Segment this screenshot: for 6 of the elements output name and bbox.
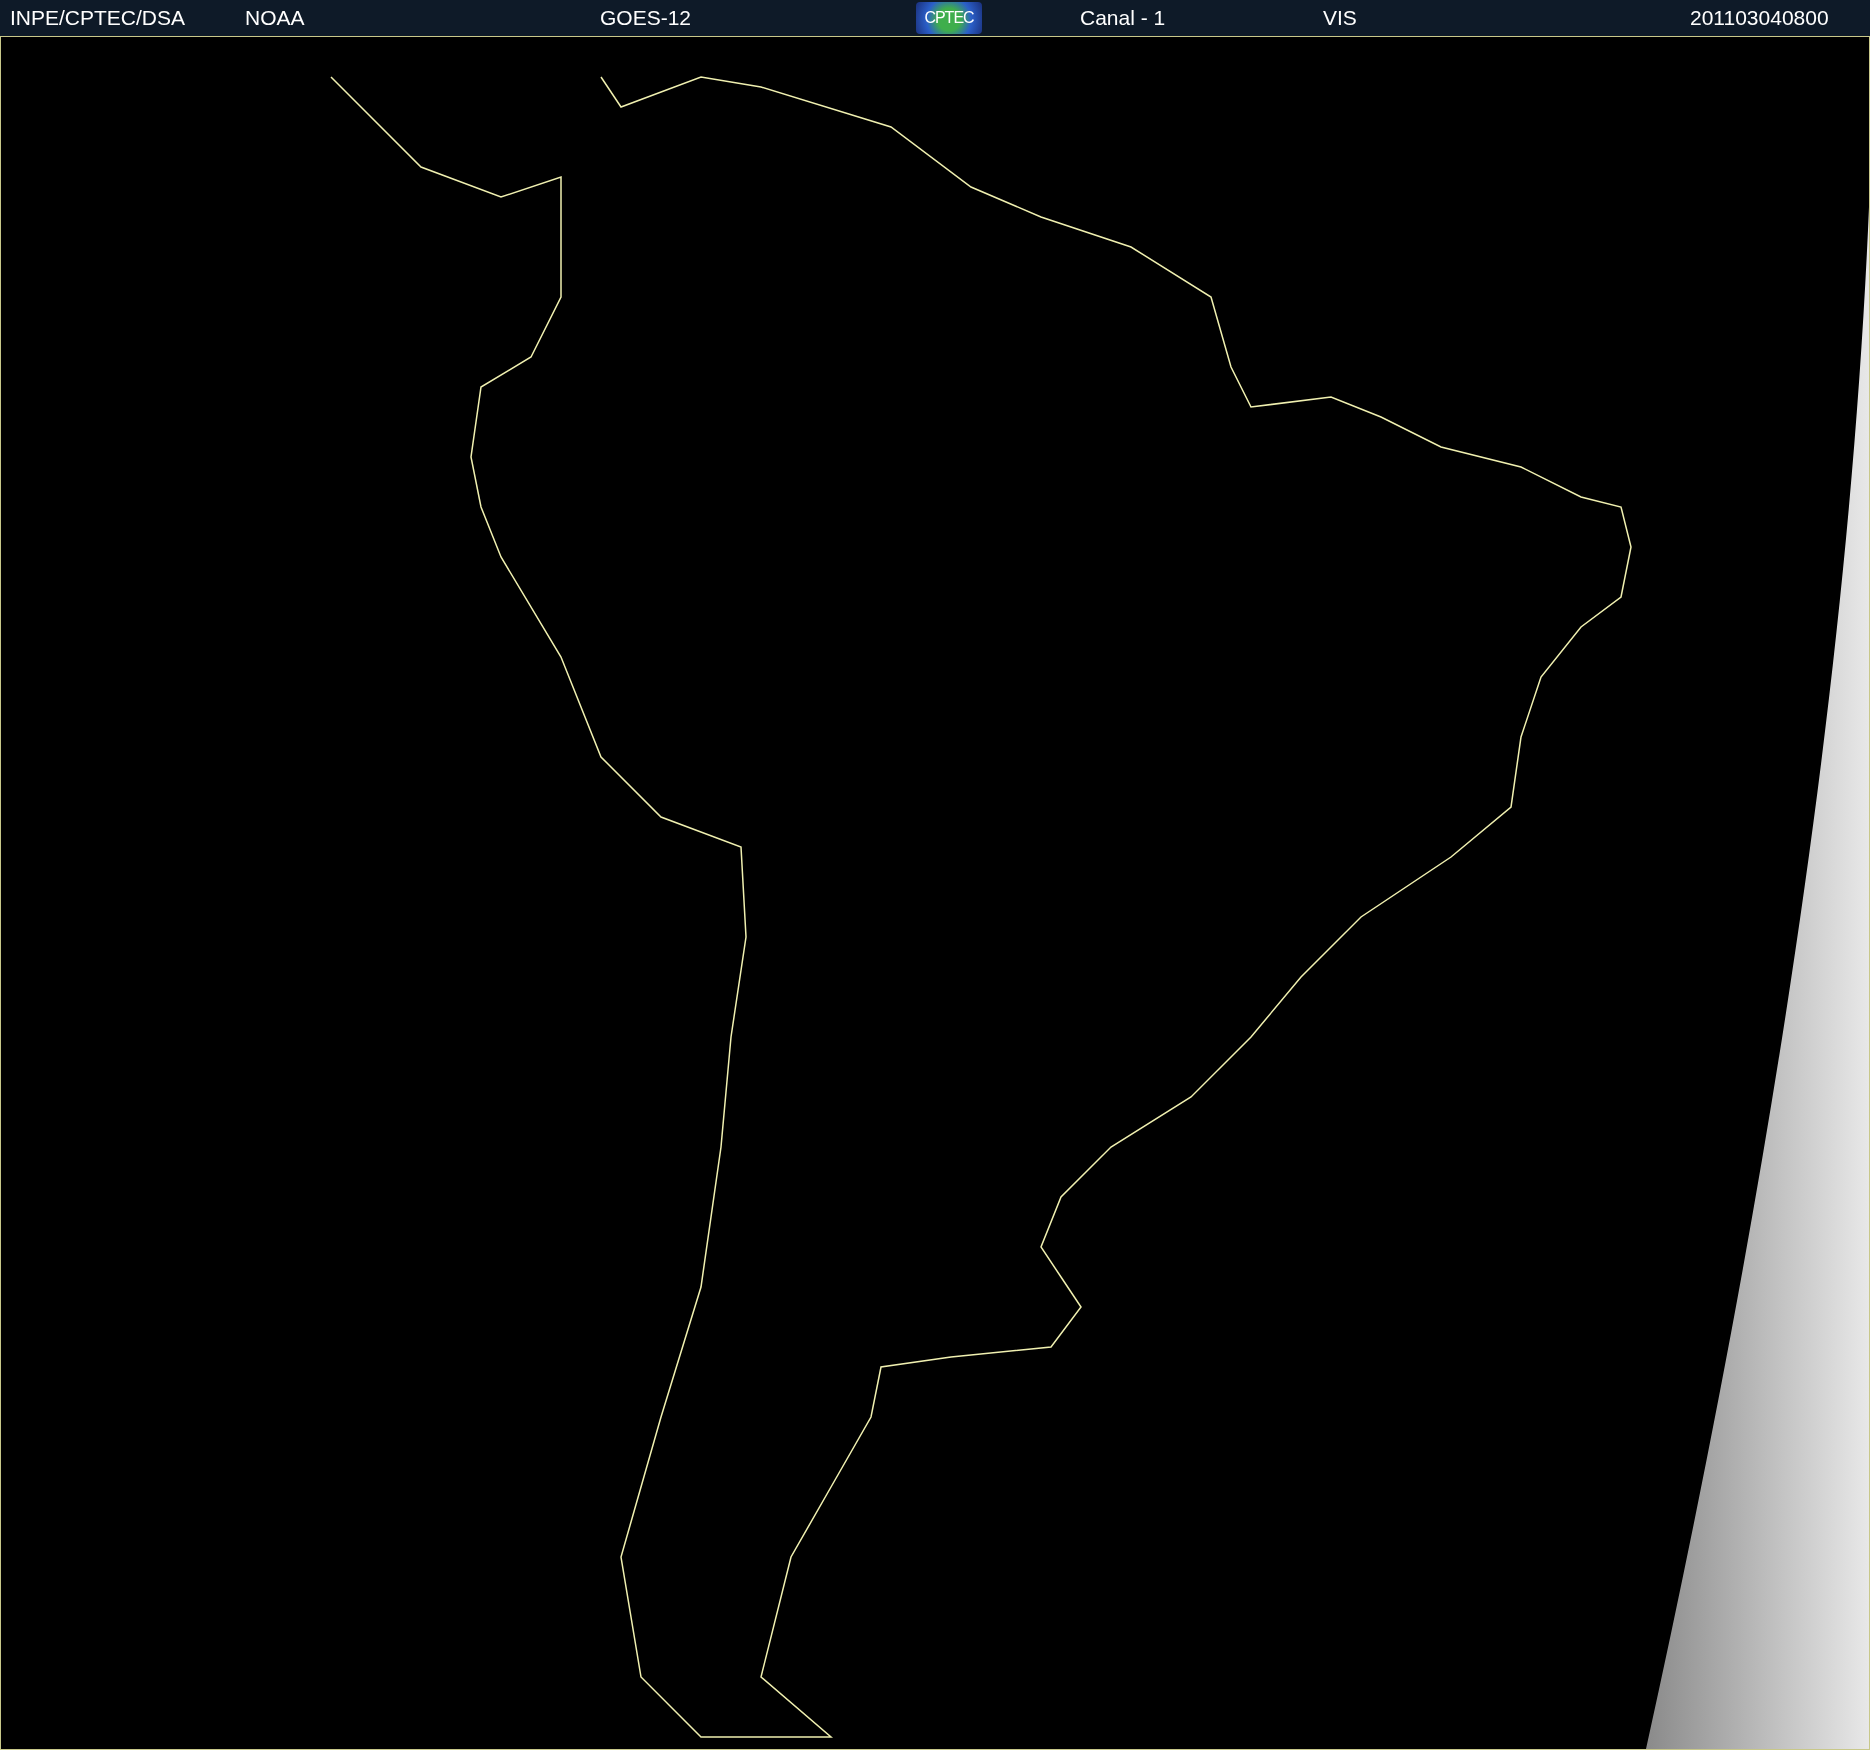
agency-label: NOAA: [245, 6, 306, 30]
channel-label: Canal - 1: [1080, 6, 1167, 30]
source-label: INPE/CPTEC/DSA: [10, 6, 187, 30]
band-label: VIS: [1323, 6, 1358, 30]
satellite-label: GOES-12: [600, 6, 693, 30]
timestamp-label: 201103040800: [1690, 6, 1830, 30]
